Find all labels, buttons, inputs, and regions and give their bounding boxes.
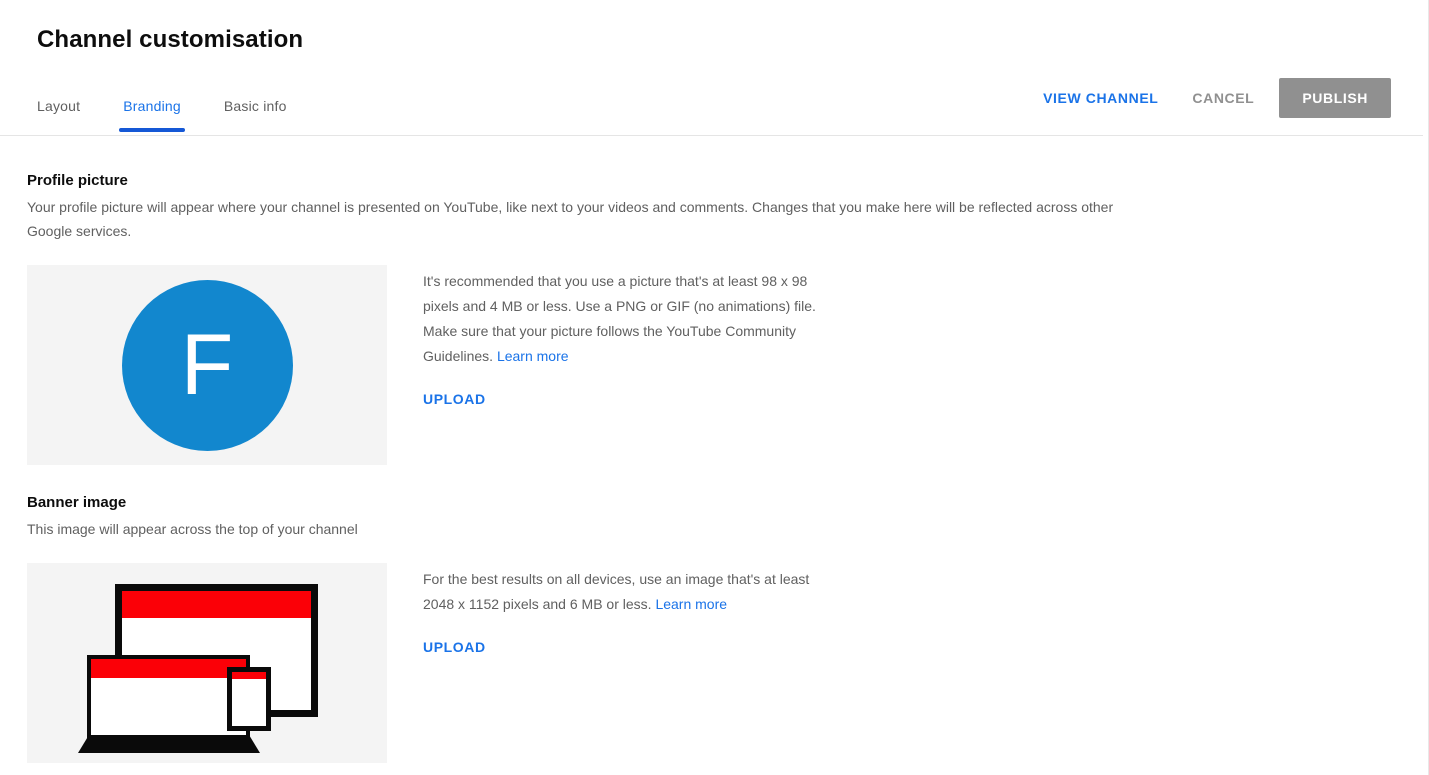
monitor-banner-band [122,591,311,618]
channel-customisation-page: Channel customisation Layout Branding Ba… [0,0,1429,775]
banner-image-heading: Banner image [27,494,127,511]
active-tab-indicator [119,128,185,132]
view-channel-button[interactable]: VIEW CHANNEL [1030,80,1171,116]
page-header: Channel customisation Layout Branding Ba… [0,0,1423,136]
cancel-button[interactable]: CANCEL [1179,80,1267,116]
banner-image-section: Banner image This image will appear acro… [0,465,1423,763]
tab-basic-info-label: Basic info [223,98,287,114]
page-content: Profile picture Your profile picture wil… [0,136,1423,763]
tab-branding[interactable]: Branding [119,92,185,132]
banner-image-preview[interactable] [27,563,387,763]
devices-illustration-icon [78,578,327,753]
tab-layout[interactable]: Layout [37,92,80,132]
profile-picture-description: Your profile picture will appear where y… [27,199,1114,239]
tab-bar: Layout Branding Basic info [37,92,330,132]
profile-picture-recommendation: It's recommended that you use a picture … [423,269,835,369]
profile-picture-learn-more-link[interactable]: Learn more [497,348,569,364]
profile-picture-section: Profile picture Your profile picture wil… [0,136,1423,465]
phone-banner-band [232,672,266,679]
banner-image-recommendation: For the best results on all devices, use… [423,567,835,617]
profile-picture-preview[interactable]: F [27,265,387,465]
tab-branding-label: Branding [123,98,181,114]
banner-image-row: For the best results on all devices, use… [27,563,1423,763]
tab-layout-label: Layout [37,98,81,114]
banner-image-upload-button[interactable]: UPLOAD [423,639,486,655]
banner-image-info: For the best results on all devices, use… [423,563,835,763]
banner-image-description: This image will appear across the top of… [27,521,358,537]
phone-icon [227,667,271,731]
banner-image-recommendation-text: For the best results on all devices, use… [423,571,810,612]
page-title: Channel customisation [37,26,304,53]
publish-button[interactable]: PUBLISH [1279,78,1391,118]
avatar: F [121,279,293,451]
laptop-banner-band [91,659,246,678]
laptop-base-icon [78,735,260,753]
profile-picture-info: It's recommended that you use a picture … [423,265,835,465]
avatar-initial: F [180,317,234,413]
header-actions: VIEW CHANNEL CANCEL PUBLISH [1030,78,1391,118]
tab-basic-info[interactable]: Basic info [224,92,287,132]
profile-picture-upload-button[interactable]: UPLOAD [423,391,486,407]
profile-picture-recommendation-text: It's recommended that you use a picture … [423,273,816,364]
phone-home-indicator-icon [242,720,256,723]
profile-picture-row: F It's recommended that you use a pictur… [27,265,1423,465]
laptop-screen-icon [87,655,250,740]
banner-image-learn-more-link[interactable]: Learn more [655,596,727,612]
profile-picture-heading: Profile picture [27,172,128,189]
